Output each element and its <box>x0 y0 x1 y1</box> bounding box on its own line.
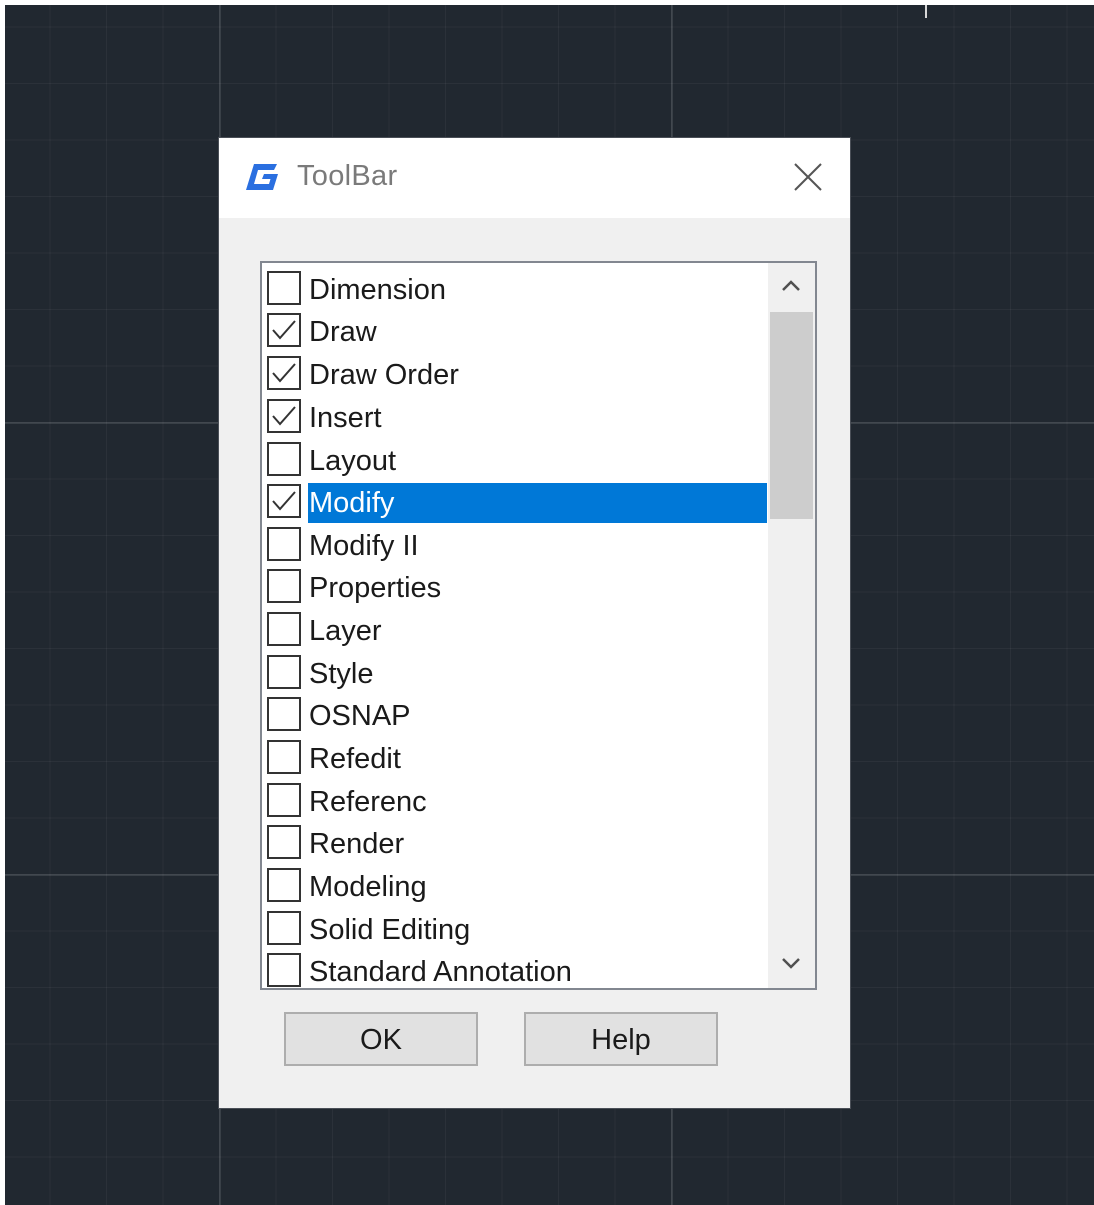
list-item-label: Referenc <box>309 786 427 818</box>
help-button[interactable]: Help <box>524 1012 718 1066</box>
list-item-label: Modify II <box>309 530 419 562</box>
checkbox[interactable] <box>267 356 301 390</box>
list-item[interactable]: Style <box>262 652 768 694</box>
list-item-label: Layer <box>309 615 382 647</box>
checkbox[interactable] <box>267 697 301 731</box>
list-item[interactable]: Dimension <box>262 268 768 310</box>
list-item-label: Standard Annotation <box>309 956 572 988</box>
toolbar-dialog: ToolBar Dimension Draw Draw Order Insert Lay… <box>219 138 850 1108</box>
list-item[interactable]: OSNAP <box>262 694 768 736</box>
checkbox[interactable] <box>267 911 301 945</box>
list-item[interactable]: Refedit <box>262 737 768 779</box>
list-item[interactable]: Render <box>262 822 768 864</box>
checkmark-icon <box>272 491 296 511</box>
checkbox[interactable] <box>267 825 301 859</box>
crosshair-cursor <box>925 5 927 18</box>
list-item[interactable]: Standard Annotation <box>262 950 768 988</box>
dialog-titlebar[interactable]: ToolBar <box>219 138 850 218</box>
checkbox[interactable] <box>267 953 301 987</box>
list-item-label: Layout <box>309 445 397 477</box>
ok-button[interactable]: OK <box>284 1012 478 1066</box>
gstarcad-g-icon <box>245 162 279 192</box>
checkbox[interactable] <box>267 783 301 817</box>
dialog-title: ToolBar <box>297 160 398 192</box>
checkbox[interactable] <box>267 868 301 902</box>
scroll-thumb[interactable] <box>770 312 813 519</box>
list-item[interactable]: Insert <box>262 396 768 438</box>
list-item-label: Insert <box>309 402 382 434</box>
checkbox[interactable] <box>267 313 301 347</box>
checkbox[interactable] <box>267 655 301 689</box>
vertical-scrollbar[interactable] <box>768 263 815 988</box>
drawing-canvas[interactable]: ToolBar Dimension Draw Draw Order Insert Lay… <box>5 5 1094 1205</box>
list-item[interactable]: Properties <box>262 566 768 608</box>
checkbox[interactable] <box>267 740 301 774</box>
list-item-label: Render <box>309 828 405 860</box>
checkmark-icon <box>272 406 296 426</box>
list-item[interactable]: Layout <box>262 439 768 481</box>
chevron-up-icon <box>782 280 800 291</box>
list-item-label: Properties <box>309 572 442 604</box>
checkbox[interactable] <box>267 569 301 603</box>
checkbox[interactable] <box>267 612 301 646</box>
checkbox[interactable] <box>267 527 301 561</box>
list-item-label: Dimension <box>309 274 446 306</box>
list-item[interactable]: Referenc <box>262 780 768 822</box>
list-item-label: Style <box>309 658 374 690</box>
checkbox[interactable] <box>267 484 301 518</box>
list-item[interactable]: Modify <box>262 481 768 523</box>
toolbar-checklist-items: Dimension Draw Draw Order Insert Layout Modif… <box>262 263 768 988</box>
close-button[interactable] <box>785 154 831 200</box>
checkmark-icon <box>272 363 296 383</box>
scroll-up-button[interactable] <box>768 263 815 309</box>
list-item[interactable]: Draw Order <box>262 353 768 395</box>
list-item-label: Draw Order <box>309 359 459 391</box>
list-item[interactable]: Solid Editing <box>262 908 768 950</box>
checkbox[interactable] <box>267 271 301 305</box>
checkbox[interactable] <box>267 442 301 476</box>
scroll-down-button[interactable] <box>768 942 815 988</box>
list-item-label: OSNAP <box>309 700 411 732</box>
toolbar-checklist[interactable]: Dimension Draw Draw Order Insert Layout Modif… <box>260 261 817 990</box>
close-icon <box>794 163 822 191</box>
list-item-label: Refedit <box>309 743 401 775</box>
list-item[interactable]: Draw <box>262 310 768 352</box>
list-item-label: Solid Editing <box>309 914 471 946</box>
checkmark-icon <box>272 320 296 340</box>
list-item[interactable]: Layer <box>262 609 768 651</box>
checkbox[interactable] <box>267 399 301 433</box>
list-item[interactable]: Modeling <box>262 865 768 907</box>
chevron-down-icon <box>782 958 800 969</box>
list-item-label: Modify <box>308 483 767 523</box>
list-item-label: Draw <box>309 316 377 348</box>
list-item-label: Modeling <box>309 871 427 903</box>
list-item[interactable]: Modify II <box>262 524 768 566</box>
